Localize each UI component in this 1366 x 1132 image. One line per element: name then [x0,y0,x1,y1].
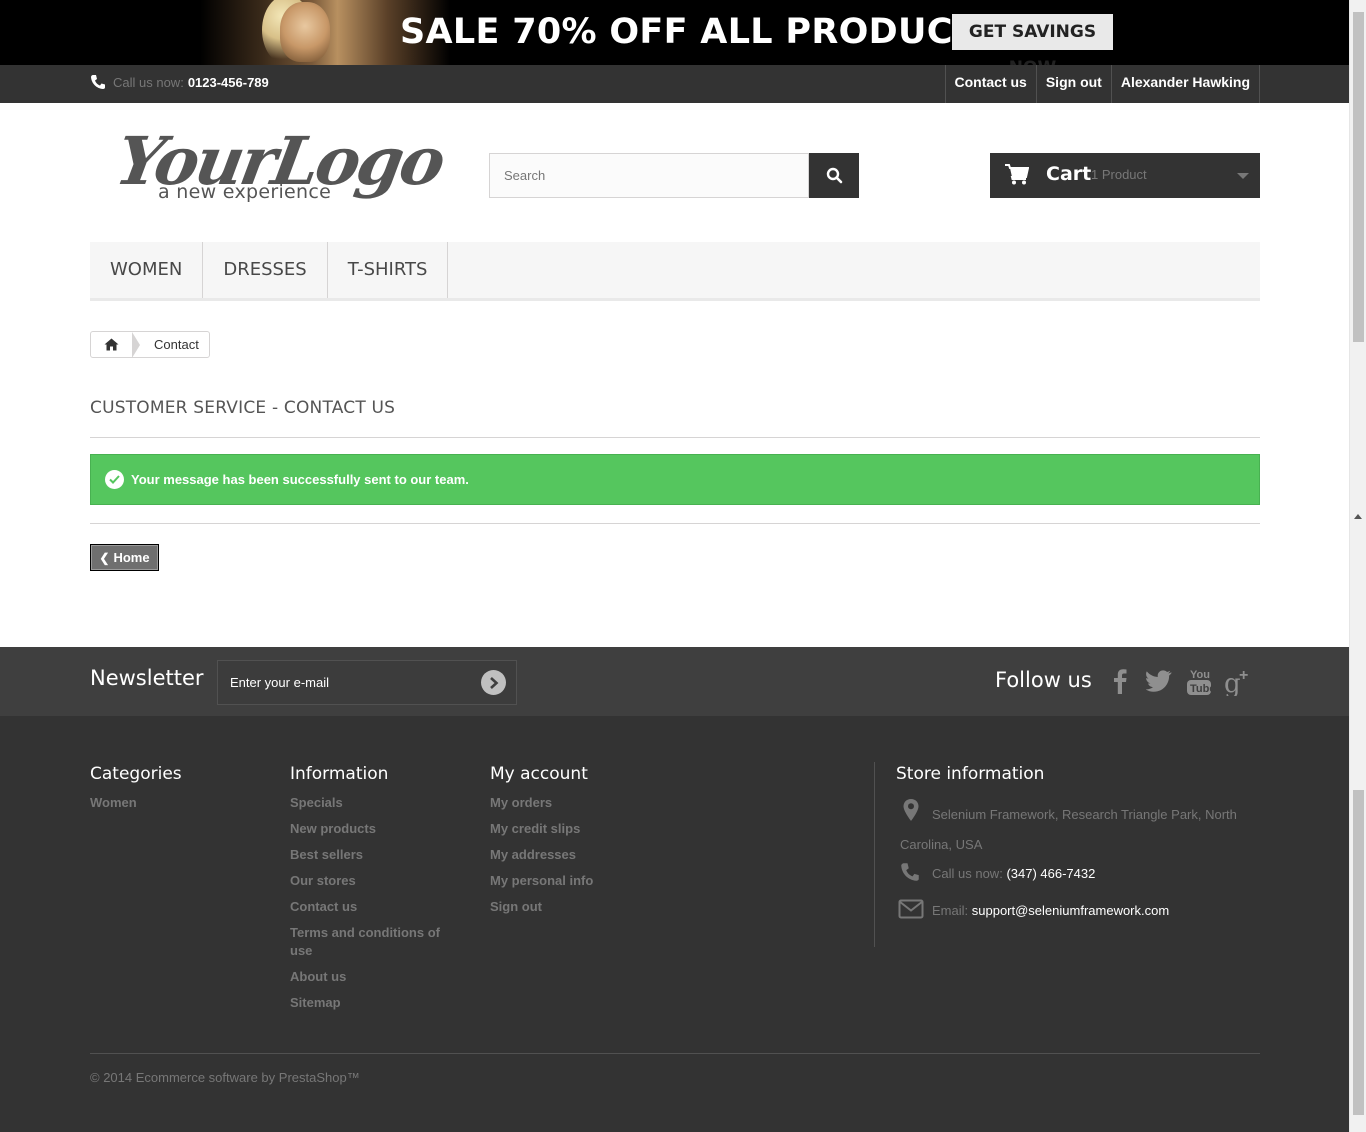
footer-link[interactable]: About us [290,968,450,986]
call-label: Call us now: [113,74,184,90]
newsletter-submit-button[interactable] [481,670,506,695]
svg-text:Tube: Tube [1190,683,1212,695]
breadcrumb-home[interactable] [91,332,132,357]
header-user-links: Contact us Sign out Alexander Hawking [944,65,1260,103]
cart-icon [1005,164,1029,185]
footer-link[interactable]: Sign out [490,898,593,916]
contact-us-link[interactable]: Contact us [946,65,1037,103]
facebook-icon[interactable] [1105,666,1135,696]
footer-link[interactable]: New products [290,820,450,838]
store-email: Email: support@seleniumframework.com [898,899,1169,919]
search-button[interactable] [809,153,859,198]
store-email-link[interactable]: support@seleniumframework.com [972,903,1169,918]
footer-categories-title: Categories [90,764,182,784]
search-input[interactable] [489,153,809,198]
banner-headline: SALE 70% OFF ALL PRODUCTS [400,12,1003,52]
footer-my-account-title: My account [490,764,588,784]
copyright[interactable]: © 2014 Ecommerce software by PrestaShop™ [90,1070,360,1085]
store-logo[interactable]: YourLogo a new experience [110,122,449,208]
store-information-title: Store information [896,764,1045,784]
store-information: Store information Selenium Framework, Re… [874,762,1264,947]
footer-information-title: Information [290,764,389,784]
footer-link[interactable]: Contact us [290,898,450,916]
svg-text:+: + [1239,667,1248,684]
envelope-icon [898,899,924,919]
store-phone-value: (347) 466-7432 [1006,866,1096,881]
home-button[interactable]: ❮ Home [90,544,159,571]
footer-divider [90,1053,1260,1054]
menu-item-dresses[interactable]: DRESSES [203,242,328,298]
breadcrumb: Contact [90,331,210,358]
logo-tagline: a new experience [158,181,332,203]
main-menu: WOMEN DRESSES T-SHIRTS [90,242,1260,301]
map-marker-icon [903,799,919,821]
menu-item-tshirts[interactable]: T-SHIRTS [328,242,449,298]
footer: Categories Women Information Specials Ne… [0,716,1349,1132]
follow-us-title: Follow us [995,668,1092,692]
header: YourLogo a new experience Cart 1 Product [0,103,1349,242]
footer-link[interactable]: Best sellers [290,846,450,864]
cart-quantity: 1 Product [1091,167,1147,182]
footer-categories: Categories Women [90,764,182,820]
sign-out-link[interactable]: Sign out [1037,65,1112,103]
account-link[interactable]: Alexander Hawking [1112,65,1260,103]
footer-link[interactable]: Our stores [290,872,450,890]
breadcrumb-current: Contact [154,337,199,352]
store-address-text: Selenium Framework, Research Triangle Pa… [900,807,1237,852]
top-nav: Call us now: 0123-456-789 Contact us Sig… [0,65,1349,103]
home-icon [104,338,119,351]
breadcrumb-separator [132,331,140,358]
search-icon [826,167,842,184]
footer-my-account: My account My orders My credit slips My … [490,764,593,924]
page-title: CUSTOMER SERVICE - CONTACT US [90,398,1260,438]
scrollbar-thumb-lower[interactable] [1353,790,1364,1115]
youtube-icon[interactable]: You Tube [1184,666,1214,696]
footer-link[interactable]: My personal info [490,872,593,890]
footer-link[interactable]: My credit slips [490,820,593,838]
scrollbar-thumb[interactable] [1353,12,1364,342]
google-plus-icon[interactable]: g + [1224,666,1254,696]
store-phone: Call us now: (347) 466-7432 [900,863,1096,881]
home-button-label: Home [113,550,150,565]
get-savings-button[interactable]: GET SAVINGS NOW [952,14,1113,65]
divider [90,523,1260,524]
footer-link[interactable]: Women [90,794,182,812]
scroll-up-icon[interactable] [1354,514,1362,519]
call-us: Call us now: 0123-456-789 [90,74,269,90]
chevron-right-icon [489,676,498,689]
footer-information: Information Specials New products Best s… [290,764,450,1020]
cart-label: Cart [1046,163,1092,185]
twitter-icon[interactable] [1144,666,1174,696]
menu-item-women[interactable]: WOMEN [90,242,204,298]
footer-link[interactable]: My orders [490,794,593,812]
footer-link[interactable]: Sitemap [290,994,450,1012]
cart-button[interactable]: Cart 1 Product [990,153,1260,198]
promo-banner[interactable]: SALE 70% OFF ALL PRODUCTS GET SAVINGS NO… [0,0,1349,65]
check-icon [105,470,124,489]
footer-link[interactable]: Terms and conditions of use [290,924,450,960]
phone-icon [901,863,919,881]
chevron-left-icon: ❮ [99,550,110,565]
newsletter-title: Newsletter [90,666,204,690]
chevron-down-icon [1237,173,1249,179]
store-address: Selenium Framework, Research Triangle Pa… [900,799,1260,860]
newsletter-bar: Newsletter Enter your e-mail Follow us Y… [0,647,1349,716]
footer-link[interactable]: Specials [290,794,450,812]
svg-text:You: You [1190,669,1210,681]
newsletter-placeholder: Enter your e-mail [230,675,329,690]
call-phone: 0123-456-789 [187,74,269,90]
page: SALE 70% OFF ALL PRODUCTS GET SAVINGS NO… [0,0,1349,1132]
page-scrollbar[interactable] [1349,0,1366,1132]
success-message: Your message has been successfully sent … [131,472,469,487]
newsletter-email-input[interactable]: Enter your e-mail [217,660,517,705]
phone-icon [91,75,105,89]
footer-link[interactable]: My addresses [490,846,593,864]
search-form [489,153,859,198]
success-alert: Your message has been successfully sent … [90,454,1260,505]
